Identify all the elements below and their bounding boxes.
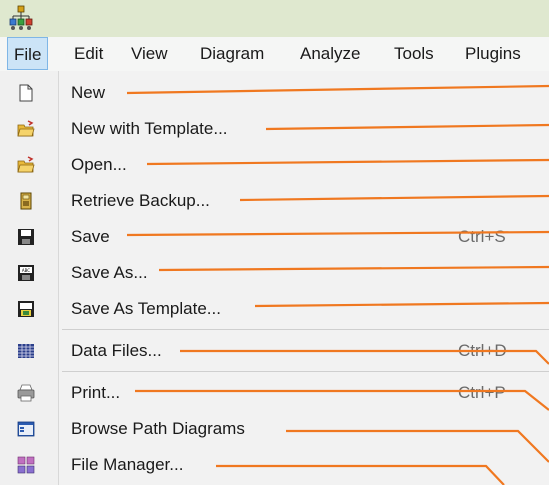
menu-analyze[interactable]: Analyze (294, 37, 366, 70)
menu-separator (62, 329, 549, 330)
menu-item-label: Save As... (71, 263, 148, 282)
menu-item-label: Data Files... (71, 341, 162, 360)
menu-item-label: Open... (71, 155, 127, 174)
shortcut-label: Ctrl+P (458, 383, 506, 402)
menu-item-data-files[interactable]: Data Files... Ctrl+D (0, 333, 549, 369)
shortcut-label: Ctrl+D (458, 341, 507, 360)
menu-item-label: New (71, 83, 106, 102)
title-bar (0, 0, 549, 37)
menu-item-label: Save As Template... (71, 299, 221, 318)
app-logo-icon[interactable] (8, 5, 34, 31)
browse-window-icon (17, 421, 35, 437)
menu-item-open[interactable]: Open... (0, 147, 549, 183)
menu-item-label: New with Template... (71, 119, 228, 138)
menu-item-label: Retrieve Backup... (71, 191, 210, 210)
menu-file[interactable]: File (7, 37, 49, 70)
folder-open-icon (17, 120, 35, 137)
menu-item-label: Browse Path Diagrams (71, 419, 245, 438)
menu-item-save[interactable]: Save Ctrl+S (0, 219, 549, 255)
menu-item-new-with-template[interactable]: New with Template... (0, 111, 549, 147)
file-manager-icon (17, 456, 35, 474)
menu-view[interactable]: View (125, 37, 174, 70)
menu-separator (62, 371, 549, 372)
menu-item-label: Print... (71, 383, 121, 402)
menu-item-label: Save (71, 227, 110, 246)
menu-item-save-as[interactable]: ABC Save As... (0, 255, 549, 291)
menu-diagram[interactable]: Diagram (194, 37, 270, 70)
svg-text:ABC: ABC (22, 268, 30, 273)
menu-bar: File Edit View Diagram Analyze Tools Plu… (0, 37, 549, 72)
backup-icon (20, 192, 32, 210)
printer-icon (17, 384, 35, 402)
menu-item-save-as-template[interactable]: Save As Template... (0, 291, 549, 327)
floppy-disk-icon (18, 229, 34, 245)
menu-item-print[interactable]: Print... Ctrl+P (0, 375, 549, 411)
menu-item-label: File Manager... (71, 455, 184, 474)
new-document-icon (19, 84, 33, 102)
menu-edit[interactable]: Edit (68, 37, 109, 70)
save-as-icon: ABC (18, 265, 34, 281)
data-grid-icon (18, 344, 34, 358)
menu-plugins[interactable]: Plugins (459, 37, 527, 70)
shortcut-label: Ctrl+S (458, 227, 506, 246)
save-as-template-icon (18, 301, 34, 317)
menu-item-new[interactable]: New (0, 75, 549, 111)
menu-item-file-manager[interactable]: File Manager... (0, 447, 549, 483)
menu-tools[interactable]: Tools (388, 37, 440, 70)
file-menu-dropdown: New New with Template... Open... Retriev… (0, 71, 549, 485)
folder-open-icon (17, 156, 35, 173)
menu-item-retrieve-backup[interactable]: Retrieve Backup... (0, 183, 549, 219)
menu-item-browse-path-diagrams[interactable]: Browse Path Diagrams (0, 411, 549, 447)
